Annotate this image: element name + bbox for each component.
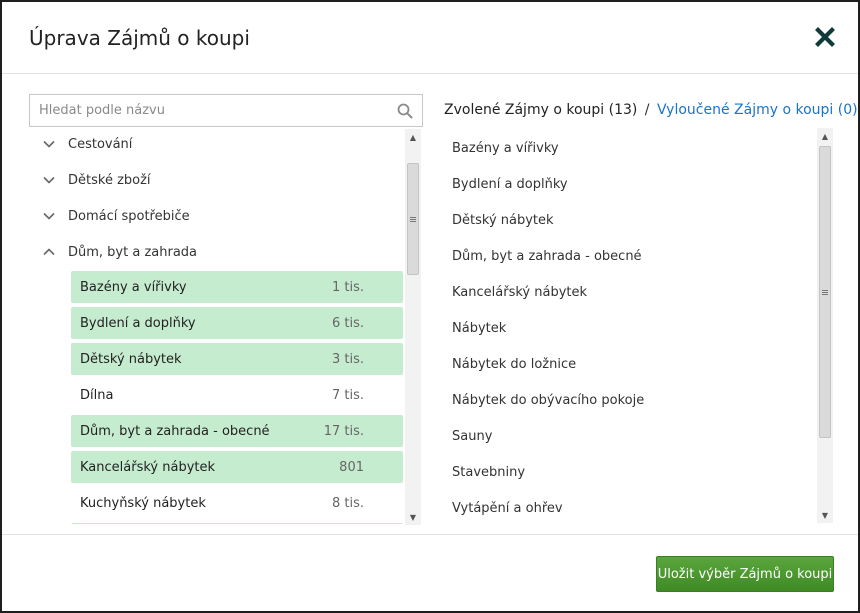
item-label: Bydlení a doplňky (80, 315, 196, 331)
list-item[interactable]: Nábytek do ložnice (452, 355, 576, 375)
category-row-cestovani[interactable]: Cestování (29, 128, 407, 162)
category-row-dum-byt-zahrada[interactable]: Dům, byt a zahrada (29, 234, 407, 270)
category-label: Dětské zboží (68, 172, 151, 188)
chevron-down-icon (43, 212, 55, 220)
item-count: 7 tis. (331, 387, 364, 403)
item-label: Dům, byt a zahrada - obecné (80, 423, 270, 439)
item-count: 1 tis. (331, 279, 364, 295)
right-scrollbar[interactable]: ▲ ▼ (817, 128, 833, 523)
chevron-down-icon (43, 176, 55, 184)
search-input[interactable] (30, 95, 390, 126)
grip-icon (822, 289, 828, 295)
save-selection-button[interactable]: Uložit výběr Zájmů o koupi (656, 556, 834, 592)
interest-tabs: Zvolené Zájmy o koupi (13) / Vyloučené Z… (444, 102, 858, 118)
tab-excluded-interests[interactable]: Vyloučené Zájmy o koupi (0) (657, 102, 858, 118)
category-label: Cestování (68, 136, 133, 152)
list-item[interactable]: Kuchyňský nábytek 8 tis. (71, 487, 403, 519)
scroll-down-arrow-icon[interactable]: ▼ (405, 509, 421, 525)
list-item[interactable]: Bazény a vířivky (452, 139, 559, 159)
dialog-title: Úprava Zájmů o koupi (29, 26, 250, 50)
list-item[interactable]: Kancelářský nábytek 801 (71, 451, 403, 483)
category-row-detske-zbozi[interactable]: Dětské zboží (29, 162, 407, 198)
item-count: 8 tis. (331, 495, 364, 511)
chevron-down-icon (43, 140, 55, 148)
list-item[interactable]: Dětský nábytek (452, 211, 554, 231)
selected-interests-list: Bazény a vířivky Bydlení a doplňky Dětsk… (440, 130, 818, 524)
search-box (29, 94, 423, 127)
list-item[interactable]: Bydlení a doplňky 6 tis. (71, 307, 403, 339)
list-item[interactable]: Dům, byt a zahrada - obecné 17 tis. (71, 415, 403, 447)
list-item[interactable]: Stavebniny (452, 463, 525, 483)
list-item[interactable]: Nábytek (452, 319, 506, 339)
dialog-header: Úprava Zájmů o koupi (2, 2, 858, 74)
list-item[interactable]: Bydlení a doplňky (452, 175, 568, 195)
category-row-domaci-spotrebice[interactable]: Domácí spotřebiče (29, 198, 407, 234)
item-label: Kancelářský nábytek (80, 459, 216, 475)
item-count: 3 tis. (331, 351, 364, 367)
list-item[interactable]: Sauny (452, 427, 492, 447)
scroll-thumb[interactable] (819, 146, 831, 438)
list-item[interactable]: Dům, byt a zahrada - obecné (452, 247, 642, 267)
item-label: Kuchyňský nábytek (80, 495, 206, 511)
list-item[interactable]: Kancelářský nábytek (452, 283, 587, 303)
item-label: Bazény a vířivky (80, 279, 187, 295)
category-label: Domácí spotřebiče (68, 208, 190, 224)
footer-divider (2, 534, 858, 535)
left-scrollbar[interactable]: ▲ ▼ (405, 129, 421, 525)
scroll-up-arrow-icon[interactable]: ▲ (817, 128, 833, 144)
item-count: 6 tis. (331, 315, 364, 331)
item-count: 17 tis. (323, 423, 364, 439)
search-icon[interactable] (397, 103, 413, 119)
item-count: 801 (339, 459, 364, 475)
scroll-up-arrow-icon[interactable]: ▲ (405, 129, 421, 145)
category-list: Cestování Dětské zboží Domácí spotřebiče… (29, 128, 407, 524)
list-item[interactable]: Dětský nábytek 3 tis. (71, 343, 403, 375)
close-icon[interactable] (814, 26, 836, 48)
item-label: Dílna (80, 387, 114, 403)
chevron-up-icon (43, 248, 55, 256)
grip-icon (410, 216, 416, 222)
tab-separator: / (644, 102, 650, 118)
list-item[interactable]: Dílna 7 tis. (71, 379, 403, 411)
list-item[interactable]: Bazény a vířivky 1 tis. (71, 271, 403, 303)
category-label: Dům, byt a zahrada (68, 244, 198, 260)
list-item[interactable] (71, 523, 403, 524)
tab-selected-interests[interactable]: Zvolené Zájmy o koupi (13) (444, 102, 637, 118)
scroll-thumb[interactable] (407, 163, 419, 275)
scroll-down-arrow-icon[interactable]: ▼ (817, 507, 833, 523)
item-label: Dětský nábytek (80, 351, 182, 367)
list-item[interactable]: Vytápění a ohřev (452, 499, 563, 519)
dialog: Úprava Zájmů o koupi Cestování Dětské zb… (0, 0, 860, 613)
list-item[interactable]: Nábytek do obývacího pokoje (452, 391, 644, 411)
